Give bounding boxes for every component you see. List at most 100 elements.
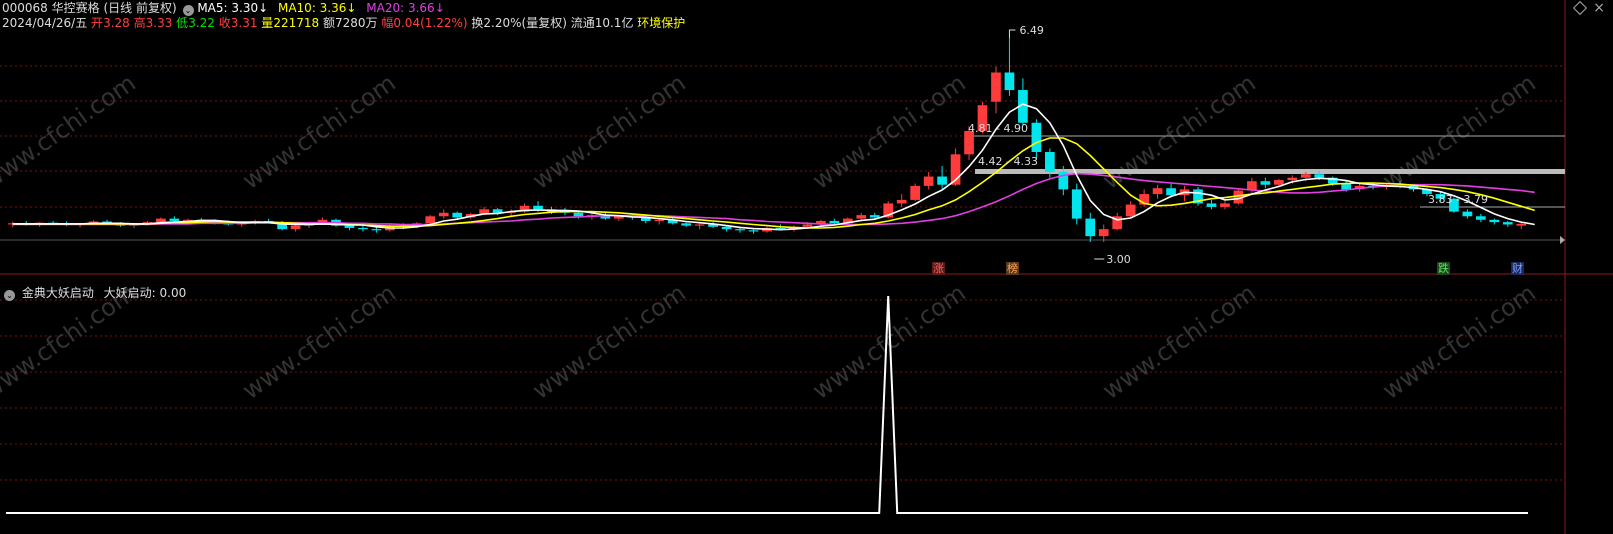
watermark-text: www.cfchi.com [237, 69, 400, 195]
kline-window[interactable]: www.cfchi.com www.cfchi.com www.cfchi.com w… [0, 0, 1613, 534]
candle-body [1152, 188, 1163, 195]
candle-body [1300, 174, 1311, 178]
volume-label: 量 [261, 16, 274, 30]
header-row-1: 000068 华控赛格 (日线 前复权) ⌄ MA5: 3.30↓ MA10: … [2, 1, 445, 16]
badge-finance[interactable]: 财 [1511, 262, 1524, 275]
ma5-line [12, 103, 1535, 231]
ma20-value: MA20: 3.66↓ [366, 1, 445, 15]
candle-body [869, 215, 880, 218]
candle-body [1045, 151, 1055, 172]
low-label: 3.00 [1106, 253, 1131, 266]
turnover-value: 换2.20%(量复权) [471, 16, 567, 30]
close-value: 3.31 [230, 16, 258, 30]
candle-body [896, 199, 907, 204]
candle-body [1166, 188, 1176, 196]
watermark-text: www.cfchi.com [0, 69, 141, 195]
indicator-name: 金典大妖启动 [21, 286, 94, 300]
collapse-icon[interactable]: ⌄ [4, 290, 15, 301]
badge-ranking[interactable]: 榜 [1006, 262, 1019, 275]
amount-value: 7280万 [334, 16, 378, 30]
ma5-value: MA5: 3.30↓ [197, 1, 269, 15]
candle-body [1476, 216, 1486, 220]
watermark-text: www.cfchi.com [1377, 69, 1540, 195]
badge-limit-up[interactable]: 涨 [932, 262, 945, 275]
candle-body [533, 205, 543, 210]
candle-body [1206, 203, 1217, 207]
candle-body [1260, 181, 1271, 185]
watermark-text: www.cfchi.com [237, 279, 400, 405]
candle-body [721, 226, 732, 230]
sector-tag[interactable]: 环境保护 [637, 16, 685, 30]
open-label: 开 [91, 16, 104, 30]
indicator-header: ⌄ 金典大妖启动 大妖启动: 0.00 [2, 284, 186, 301]
change-label: 幅 [381, 16, 394, 30]
high-label: 高 [133, 16, 146, 30]
ma10-value: MA10: 3.36↓ [277, 1, 357, 15]
close-icon[interactable]: × [1593, 0, 1605, 16]
volume-value: 221718 [273, 16, 320, 30]
candle-body [438, 212, 449, 217]
amount-label: 额 [322, 16, 335, 30]
candle-body [1098, 229, 1109, 237]
candle-body [654, 219, 665, 221]
candle-body [452, 212, 463, 218]
low-label: 低 [176, 16, 189, 30]
candle-body [425, 216, 436, 224]
peak-label: 6.49 [1019, 24, 1044, 37]
candle-body [358, 227, 368, 230]
range-label-1: 4.81 - 4.90 [968, 122, 1028, 135]
candle-body [1516, 223, 1527, 226]
candle-body [573, 212, 584, 217]
candle-body [1004, 72, 1015, 91]
candle-body [290, 225, 301, 230]
header-row-2: 2024/04/26/五 开3.28 高3.33 低3.22 收3.31 量22… [2, 16, 685, 31]
open-value: 3.28 [103, 16, 130, 30]
low-value: 3.22 [188, 16, 215, 30]
candle-body [923, 176, 934, 186]
period-label: (日线 前复权) [103, 1, 177, 15]
ma10-line [12, 137, 1535, 229]
ma20-line [12, 172, 1535, 226]
watermark-text: www.cfchi.com [527, 69, 690, 195]
candle-body [856, 215, 867, 219]
candle-body [1287, 177, 1298, 181]
range-label-2: 4.42 - 4.33 [978, 155, 1038, 168]
watermark-text: www.cfchi.com [527, 279, 690, 405]
watermark-text: www.cfchi.com [807, 69, 970, 195]
watermark-text: www.cfchi.com [1097, 279, 1260, 405]
candle-body [735, 229, 745, 231]
candle-body [681, 223, 692, 226]
candle-body [1220, 203, 1230, 207]
candle-body [1031, 122, 1042, 152]
stock-code: 000068 [2, 1, 48, 15]
range-label-3: 3.83 - 3.79 [1428, 193, 1488, 206]
candle-body [1502, 222, 1513, 225]
candle-body [991, 72, 1001, 102]
candle-body [1125, 204, 1136, 217]
badge-limit-down[interactable]: 跌 [1437, 262, 1450, 275]
high-value: 3.33 [145, 16, 173, 30]
candle-body [748, 230, 759, 232]
candle-body [1314, 174, 1325, 178]
chart-canvas[interactable]: www.cfchi.com www.cfchi.com www.cfchi.com w… [0, 0, 1613, 534]
candle-body [1489, 219, 1500, 223]
watermark-text: www.cfchi.com [1377, 279, 1540, 405]
float-value: 流通10.1亿 [570, 16, 634, 30]
indicator-value: 大妖启动: 0.00 [103, 286, 187, 300]
candle-body [694, 224, 705, 226]
watermark-text: www.cfchi.com [1097, 69, 1260, 195]
candle-body [829, 220, 840, 224]
price-arrow-icon [1560, 236, 1565, 244]
candle-body [371, 229, 382, 231]
stock-name: 华控赛格 [51, 1, 100, 15]
candle-body [1462, 211, 1473, 217]
change-value: 0.04(1.22%) [393, 16, 468, 30]
candle-body [1071, 189, 1082, 219]
candle-body [156, 218, 166, 223]
candle-body [344, 225, 355, 228]
candle-body [1273, 180, 1284, 185]
collapse-icon[interactable]: ⌄ [182, 5, 194, 16]
close-label: 收 [218, 16, 231, 30]
candle-body [937, 176, 947, 185]
peak-marker [1008, 29, 1016, 38]
